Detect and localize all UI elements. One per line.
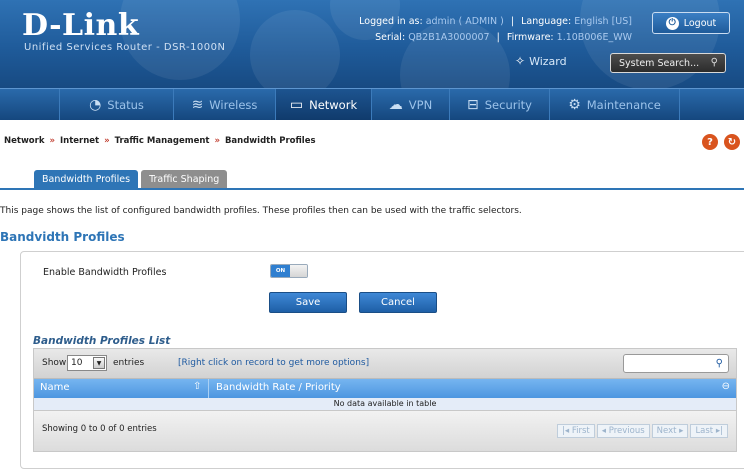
table-footer: Showing 0 to 0 of 0 entries |◂ First ◂ P…	[34, 410, 736, 451]
separator: |	[510, 16, 515, 27]
tab-traffic-shaping[interactable]: Traffic Shaping	[141, 170, 228, 188]
previous-label: Previous	[608, 426, 645, 436]
cancel-button[interactable]: Cancel	[359, 292, 437, 313]
entries-select-value: 10	[71, 358, 83, 368]
nav-security[interactable]: ⊟ Security	[450, 89, 550, 120]
help-icons: ? ↻	[702, 134, 740, 150]
profiles-table: Show 10 ▼ entries [Right click on record…	[33, 348, 737, 452]
language-value[interactable]: English [US]	[574, 16, 632, 27]
table-header: Name ⇧ Bandwidth Rate / Priority ⊖	[34, 379, 736, 398]
breadcrumb-item: Bandwidth Profiles	[224, 136, 316, 146]
breadcrumb-item[interactable]: Traffic Management	[115, 136, 210, 146]
nav-status-label: Status	[107, 97, 144, 112]
nav-maintenance-label: Maintenance	[586, 97, 661, 112]
help-icon[interactable]: ?	[702, 134, 718, 150]
breadcrumb-separator: »	[49, 136, 55, 146]
serial-value: QB2B1A3000007	[408, 32, 490, 43]
breadcrumb-separator: »	[104, 136, 110, 146]
search-icon[interactable]: ⚲	[716, 358, 723, 369]
gears-icon: ⚙	[568, 96, 581, 113]
logout-label: Logout	[683, 17, 717, 29]
breadcrumb-separator: »	[214, 136, 220, 146]
enable-label: Enable Bandwidth Profiles	[43, 267, 167, 278]
breadcrumb-item[interactable]: Internet	[60, 136, 99, 146]
sort-up-icon[interactable]: ⇧	[193, 381, 201, 392]
pagination: |◂ First ◂ Previous Next ▸ Last ▸|	[557, 424, 728, 438]
session-info: Logged in as: admin ( ADMIN ) | Language…	[359, 14, 632, 46]
wizard-link[interactable]: ✧ Wizard	[515, 54, 567, 68]
section-title: Bandvidth Profiles	[0, 230, 125, 244]
dlink-logo: D-Link	[22, 8, 140, 43]
wifi-icon: ≋	[191, 96, 204, 113]
settings-panel: Enable Bandwidth Profiles ON Save Cancel…	[20, 251, 744, 469]
column-bandwidth-rate[interactable]: Bandwidth Rate / Priority	[216, 382, 341, 393]
system-search-placeholder: System Search...	[619, 57, 700, 69]
breadcrumb-item[interactable]: Network	[4, 136, 44, 146]
logged-in-value: admin ( ADMIN )	[425, 16, 504, 27]
nav-network[interactable]: ▭ Network	[276, 89, 372, 120]
previous-page-button[interactable]: ◂ Previous	[596, 424, 650, 438]
first-page-button[interactable]: |◂ First	[557, 424, 595, 438]
main-nav: ◔ Status ≋ Wireless ▭ Network ☁ VPN ⊟ Se…	[0, 88, 744, 120]
first-label: First	[571, 426, 590, 436]
toggle-on: ON	[271, 265, 290, 277]
product-subtitle: Unified Services Router - DSR-1000N	[24, 42, 226, 53]
serial-label: Serial:	[375, 32, 406, 43]
nav-wireless-label: Wireless	[209, 97, 258, 112]
gauge-icon: ◔	[89, 96, 102, 113]
page-description: This page shows the list of configured b…	[0, 206, 522, 216]
enable-toggle[interactable]: ON	[270, 264, 308, 278]
language-label: Language:	[521, 16, 572, 27]
nav-status[interactable]: ◔ Status	[60, 89, 174, 120]
magic-wand-icon: ✧	[515, 54, 526, 68]
column-divider	[208, 379, 209, 398]
search-icon[interactable]: ⚲	[711, 57, 718, 68]
table-search-input[interactable]: ⚲	[623, 354, 729, 373]
show-label: Show	[42, 358, 67, 368]
tab-underline	[0, 188, 744, 190]
table-toolbar: Show 10 ▼ entries [Right click on record…	[34, 349, 736, 379]
toggle-off	[290, 265, 307, 277]
chevron-down-icon[interactable]: ▼	[93, 357, 105, 369]
cloud-icon: ☁	[388, 96, 403, 113]
lock-icon: ⊟	[467, 96, 479, 113]
monitor-icon: ▭	[289, 96, 304, 113]
nav-spacer	[0, 89, 60, 120]
firmware-label: Firmware:	[506, 32, 554, 43]
refresh-icon[interactable]: ↻	[724, 134, 740, 150]
nav-vpn[interactable]: ☁ VPN	[372, 89, 450, 120]
logged-in-label: Logged in as:	[359, 16, 423, 27]
empty-table-message: No data available in table	[34, 398, 736, 410]
nav-security-label: Security	[484, 97, 532, 112]
breadcrumb: Network » Internet » Traffic Management …	[4, 136, 316, 146]
column-name[interactable]: Name	[40, 382, 70, 393]
tab-bandwidth-profiles[interactable]: Bandwidth Profiles	[34, 170, 139, 188]
tab-bar: Bandwidth Profiles Traffic Shaping	[34, 170, 228, 188]
entries-select[interactable]: 10 ▼	[67, 355, 107, 371]
last-label: Last	[695, 426, 714, 436]
header-decoration	[250, 10, 340, 88]
nav-network-label: Network	[309, 97, 358, 112]
system-search-input[interactable]: System Search... ⚲	[610, 53, 726, 73]
last-page-button[interactable]: Last ▸|	[690, 424, 728, 438]
list-title: Bandwidth Profiles List	[33, 335, 171, 347]
nav-wireless[interactable]: ≋ Wireless	[174, 89, 276, 120]
next-page-button[interactable]: Next ▸	[651, 424, 689, 438]
nav-vpn-label: VPN	[408, 97, 433, 112]
power-icon: ⏻	[665, 16, 679, 30]
save-button[interactable]: Save	[269, 292, 347, 313]
right-click-hint: [Right click on record to get more optio…	[178, 358, 370, 368]
entries-label: entries	[113, 358, 145, 368]
next-label: Next	[656, 426, 677, 436]
app-header: D-Link Unified Services Router - DSR-100…	[0, 0, 744, 88]
firmware-value: 1.10B006E_WW	[556, 32, 632, 43]
wizard-label: Wizard	[529, 54, 567, 68]
showing-entries: Showing 0 to 0 of 0 entries	[42, 424, 157, 434]
logout-button[interactable]: ⏻ Logout	[652, 12, 730, 34]
collapse-icon[interactable]: ⊖	[722, 381, 730, 392]
separator: |	[496, 32, 500, 43]
nav-maintenance[interactable]: ⚙ Maintenance	[550, 89, 680, 120]
